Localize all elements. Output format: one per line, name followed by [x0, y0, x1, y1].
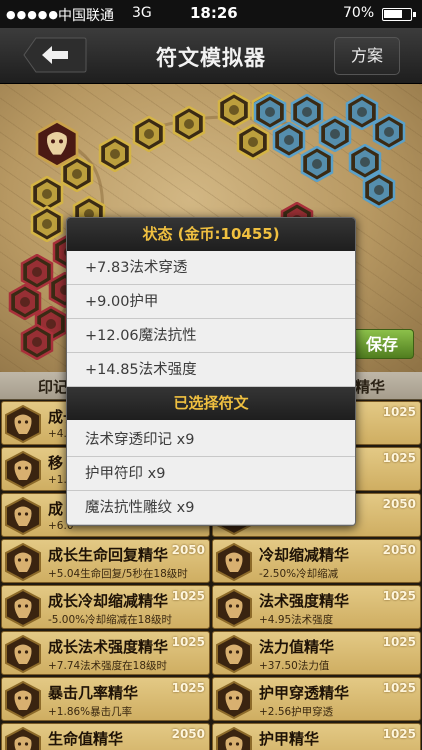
- rune-name: 成长冷却缩减精华: [48, 592, 169, 610]
- status-bar: ●●●●● 中国联通 3G 18:26 70%: [0, 0, 422, 28]
- quintessence-rune-icon: [4, 588, 42, 628]
- battery-icon: [382, 8, 416, 21]
- rune-price: 2050: [382, 543, 416, 557]
- rune-name: 移: [48, 454, 64, 472]
- rune-price: 1025: [171, 589, 205, 603]
- selected-rune-row[interactable]: 魔法抗性雕纹 x9: [67, 491, 355, 525]
- rune-description: +1.86%暴击几率: [48, 706, 133, 718]
- rune-description: +5.04生命回复/5秒在18级时: [48, 568, 188, 580]
- seal-rune-icon: [132, 115, 166, 153]
- rune-name: 生命值精华: [48, 730, 124, 748]
- seal-slot[interactable]: [172, 105, 206, 143]
- stat-row: +14.85法术强度: [67, 353, 355, 387]
- selected-rune-row[interactable]: 护甲符印 x9: [67, 457, 355, 491]
- rune-list-item[interactable]: 法力值精华 +37.50法力值 1025: [212, 631, 421, 675]
- selected-runes-header: 已选择符文: [67, 387, 355, 420]
- rune-name: 成: [48, 500, 64, 518]
- mark-slot[interactable]: [20, 323, 54, 361]
- stat-row: +12.06魔法抗性: [67, 319, 355, 353]
- seal-slot[interactable]: [132, 115, 166, 153]
- save-button[interactable]: 保存: [350, 329, 414, 359]
- quintessence-slot[interactable]: [34, 119, 80, 169]
- rune-price: 1025: [171, 635, 205, 649]
- rune-name: 成长法术强度精华: [48, 638, 169, 656]
- ram-head-icon: [35, 119, 79, 169]
- quintessence-rune-icon: [215, 634, 253, 674]
- seal-rune-icon: [172, 105, 206, 143]
- rune-list-item[interactable]: 法术强度精华 +4.95法术强度 1025: [212, 585, 421, 629]
- rune-price: 2050: [382, 497, 416, 511]
- rune-name: 暴击几率精华: [48, 684, 139, 702]
- seal-slot[interactable]: [217, 91, 251, 129]
- seal-slot[interactable]: [98, 135, 132, 173]
- rune-price: 1025: [171, 681, 205, 695]
- signal-strength-icon: ●●●●●: [6, 8, 59, 21]
- rune-price: 2050: [171, 727, 205, 741]
- glyph-rune-icon: [300, 145, 334, 183]
- status-header: 状态 (金币:10455): [67, 218, 355, 251]
- quintessence-rune-icon: [4, 634, 42, 674]
- rune-list-item[interactable]: 冷却缩减精华 -2.50%冷却缩减 2050: [212, 539, 421, 583]
- quintessence-rune-icon: [4, 726, 42, 750]
- quintessence-rune-icon: [4, 542, 42, 582]
- rune-description: -5.00%冷却缩减在18级时: [48, 614, 173, 626]
- rune-list-item[interactable]: 成长冷却缩减精华 -5.00%冷却缩减在18级时 1025: [1, 585, 210, 629]
- quintessence-rune-icon: [4, 496, 42, 536]
- quintessence-rune-icon: [4, 404, 42, 444]
- glyph-rune-icon: [362, 171, 396, 209]
- rune-price: 1025: [382, 405, 416, 419]
- rune-price: 1025: [382, 727, 416, 741]
- quintessence-rune-icon: [215, 680, 253, 720]
- clock: 18:26: [190, 4, 238, 22]
- stat-row: +9.00护甲: [67, 285, 355, 319]
- rune-list-item[interactable]: 成长法术强度精华 +7.74法术强度在18级时 1025: [1, 631, 210, 675]
- quintessence-rune-icon: [4, 450, 42, 490]
- rune-description: +7.74法术强度在18级时: [48, 660, 168, 672]
- quintessence-rune-icon: [4, 680, 42, 720]
- nav-bar: 符文模拟器 方案: [0, 28, 422, 84]
- rune-price: 2050: [171, 543, 205, 557]
- rune-name: 冷却缩减精华: [259, 546, 350, 564]
- tab-marks[interactable]: 印记: [38, 376, 68, 397]
- rune-name: 成长生命回复精华: [48, 546, 169, 564]
- rune-name: 法术强度精华: [259, 592, 350, 610]
- quintessence-rune-icon: [215, 588, 253, 628]
- battery-percent: 70%: [343, 5, 375, 21]
- glyph-slot[interactable]: [362, 171, 396, 209]
- rune-name: 护甲精华: [259, 730, 320, 748]
- rune-name: 护甲穿透精华: [259, 684, 350, 702]
- rune-list-item[interactable]: 护甲精华 1025: [212, 723, 421, 750]
- rune-list-item[interactable]: 护甲穿透精华 +2.56护甲穿透 1025: [212, 677, 421, 721]
- rune-description: +2.56护甲穿透: [259, 706, 334, 718]
- tab-quintessence[interactable]: 精华: [355, 376, 385, 397]
- quintessence-rune-icon: [215, 542, 253, 582]
- rune-price: 1025: [382, 451, 416, 465]
- rune-name: 法力值精华: [259, 638, 335, 656]
- status-popup: 状态 (金币:10455) +7.83法术穿透 +9.00护甲 +12.06魔法…: [66, 217, 356, 526]
- rune-description: -2.50%冷却缩减: [259, 568, 339, 580]
- selected-rune-row[interactable]: 法术穿透印记 x9: [67, 423, 355, 457]
- carrier-name: 中国联通: [58, 8, 114, 24]
- network-type: 3G: [132, 5, 152, 21]
- rune-list-item[interactable]: 生命值精华 2050: [1, 723, 210, 750]
- rune-price: 1025: [382, 635, 416, 649]
- seal-rune-icon: [217, 91, 251, 129]
- glyph-slot[interactable]: [300, 145, 334, 183]
- rune-price: 1025: [382, 589, 416, 603]
- plan-button[interactable]: 方案: [334, 37, 400, 75]
- rune-price: 1025: [382, 681, 416, 695]
- quintessence-rune-icon: [215, 726, 253, 750]
- rune-description: +4.95法术强度: [259, 614, 334, 626]
- rune-description: +37.50法力值: [259, 660, 330, 672]
- rune-list-item[interactable]: 成长生命回复精华 +5.04生命回复/5秒在18级时 2050: [1, 539, 210, 583]
- seal-rune-icon: [98, 135, 132, 173]
- stat-row: +7.83法术穿透: [67, 251, 355, 285]
- rune-list-item[interactable]: 暴击几率精华 +1.86%暴击几率 1025: [1, 677, 210, 721]
- mark-rune-icon: [20, 323, 54, 361]
